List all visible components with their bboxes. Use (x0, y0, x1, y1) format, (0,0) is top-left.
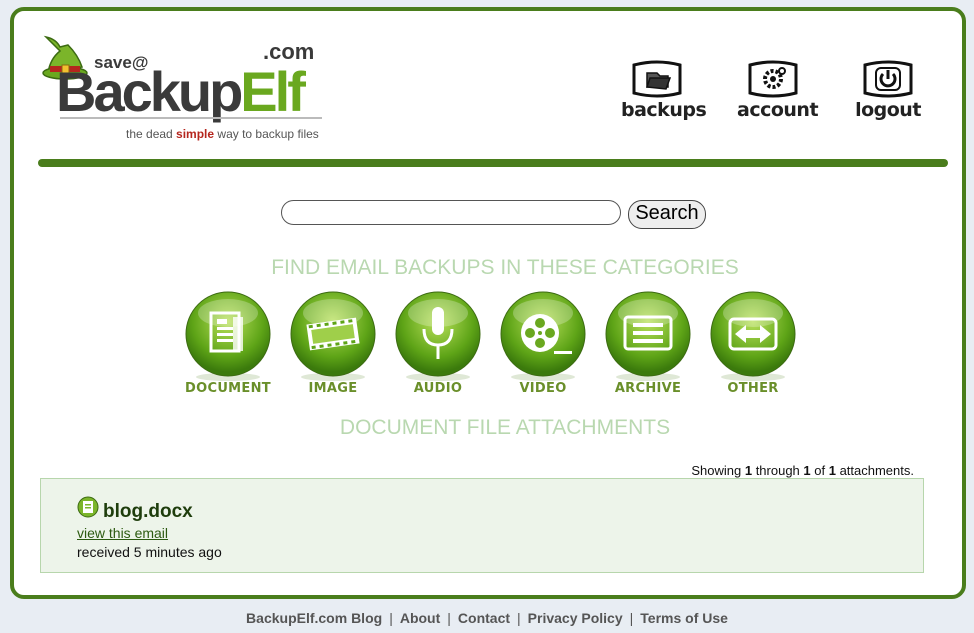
film-strip-icon (290, 291, 376, 381)
categories-heading: FIND EMAIL BACKUPS IN THESE CATEGORIES (271, 256, 739, 279)
backupelf-logo[interactable]: .com save@ BackupElf the dead simple way… (38, 33, 338, 153)
category-video[interactable]: VIDEO (493, 291, 593, 396)
result-file-name[interactable]: blog.docx (103, 501, 193, 523)
showing-pre: Showing (691, 463, 745, 478)
footer-terms-link[interactable]: Terms of Use (640, 610, 728, 626)
showing-of: of (810, 463, 829, 478)
document-icon (185, 291, 271, 381)
search-input[interactable] (281, 200, 621, 225)
category-audio-label: AUDIO (413, 381, 463, 396)
footer-separator: | (389, 610, 393, 626)
microphone-icon (395, 291, 481, 381)
footer-about-link[interactable]: About (400, 610, 440, 626)
category-document-label: DOCUMENT (185, 381, 271, 396)
nav-logout[interactable]: logout (852, 59, 924, 121)
film-reel-icon (500, 291, 586, 381)
showing-post: attachments. (835, 463, 914, 478)
category-image[interactable]: IMAGE (283, 291, 383, 396)
account-gear-icon (748, 60, 798, 98)
nav-logout-label: logout (855, 99, 921, 121)
nav-account-label: account (737, 99, 819, 121)
showing-mid: through (752, 463, 804, 478)
nav-account[interactable]: account (737, 59, 819, 121)
logo-elf-text: Elf (240, 60, 306, 123)
category-video-label: VIDEO (519, 381, 567, 396)
footer-separator: | (629, 610, 634, 626)
archive-icon (605, 291, 691, 381)
category-image-label: IMAGE (308, 381, 358, 396)
header-divider (38, 159, 948, 167)
result-item: blog.docx view this email received 5 min… (40, 478, 924, 573)
document-file-icon (77, 496, 99, 518)
footer-contact-link[interactable]: Contact (458, 610, 510, 626)
footer-privacy-link[interactable]: Privacy Policy (528, 610, 623, 626)
showing-total: 1 (828, 463, 836, 478)
results-heading: DOCUMENT FILE ATTACHMENTS (339, 416, 671, 439)
power-icon (863, 60, 913, 98)
category-archive[interactable]: ARCHIVE (598, 291, 698, 396)
nav-backups-label: backups (621, 99, 707, 121)
backups-icon (632, 60, 682, 98)
search-button[interactable]: Search (628, 200, 706, 229)
showing-to: 1 (803, 463, 811, 478)
footer-separator: | (447, 610, 451, 626)
tagline-pre: the dead (126, 127, 177, 141)
tagline-post: way to backup files (214, 127, 319, 141)
category-archive-label: ARCHIVE (614, 381, 682, 396)
category-document[interactable]: DOCUMENT (178, 291, 278, 396)
footer-separator: | (517, 610, 521, 626)
logo-tagline: the dead simple way to backup files (126, 127, 319, 141)
logo-backup-text: Backup (56, 60, 243, 123)
footer-blog-link[interactable]: BackupElf.com Blog (246, 610, 382, 626)
received-time: received 5 minutes ago (77, 544, 222, 560)
showing-from: 1 (744, 463, 753, 478)
category-audio[interactable]: AUDIO (388, 291, 488, 396)
view-email-link[interactable]: view this email (77, 525, 168, 541)
nav-backups[interactable]: backups (621, 59, 707, 121)
logo-wordmark: BackupElf (56, 59, 306, 124)
arrows-icon (710, 291, 796, 381)
category-other[interactable]: OTHER (703, 291, 803, 396)
main-frame: .com save@ BackupElf the dead simple way… (10, 7, 966, 599)
logo-underline (60, 117, 322, 119)
tagline-emphasis: simple (176, 127, 215, 141)
results-count: Showing 1 through 1 of 1 attachments. (691, 463, 914, 478)
category-other-label: OTHER (727, 381, 779, 396)
footer: BackupElf.com Blog | About | Contact | Privacy… (0, 610, 974, 626)
